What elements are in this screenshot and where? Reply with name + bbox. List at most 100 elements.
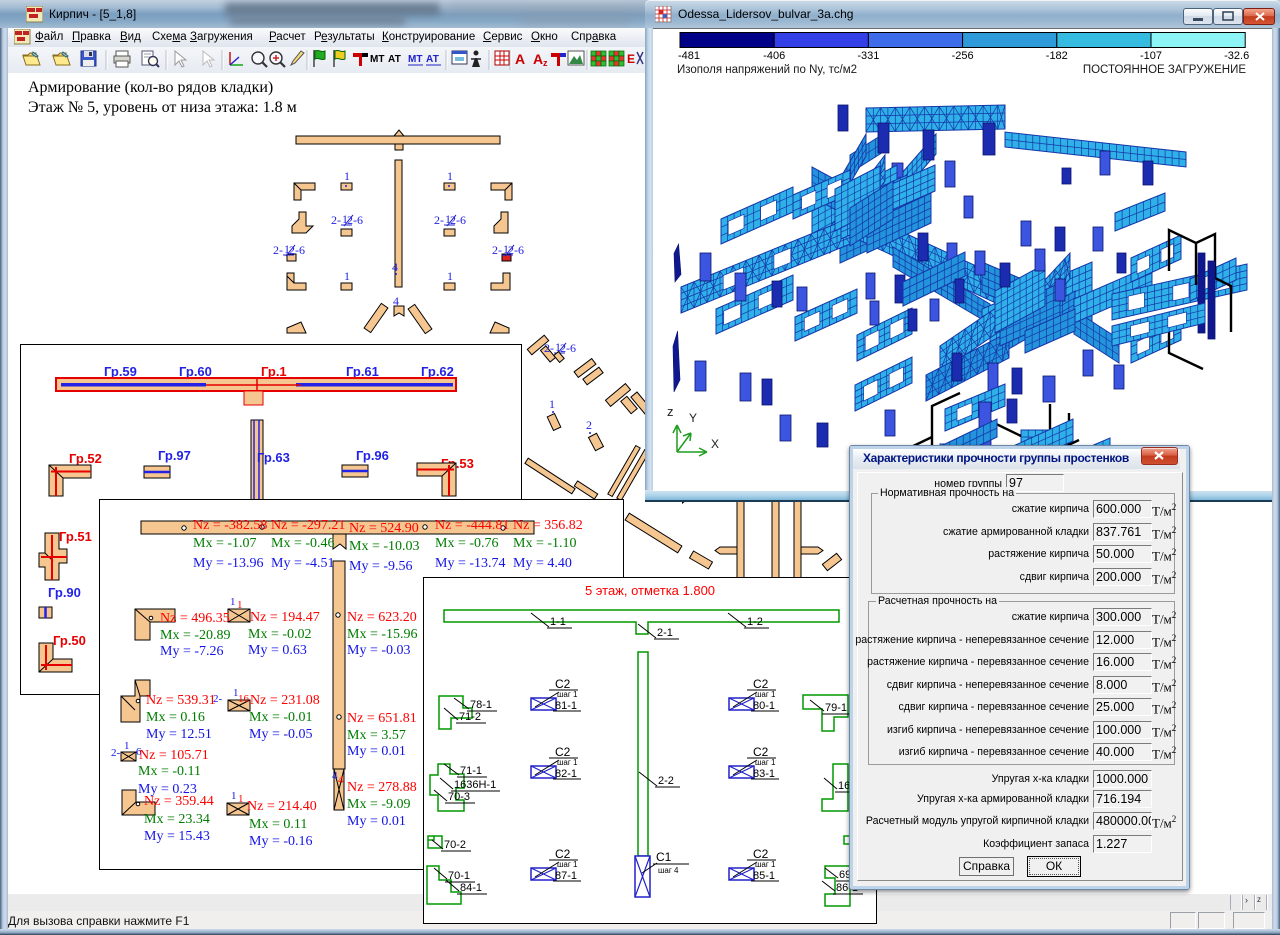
svg-text:1: 1	[231, 790, 237, 802]
svg-text:МТ: МТ	[408, 54, 422, 65]
svg-text:My = -9.56: My = -9.56	[349, 559, 413, 574]
svg-text:Mx = -1.07: Mx = -1.07	[193, 536, 257, 551]
svg-text:Mx = -0.11: Mx = -0.11	[138, 764, 201, 779]
svg-text:Nz = 194.47: Nz = 194.47	[250, 610, 320, 625]
svg-text:85-1: 85-1	[753, 870, 775, 882]
svg-text:C2: C2	[555, 677, 571, 691]
svg-text:2-: 2-	[434, 213, 444, 227]
svg-text:АТ: АТ	[426, 54, 439, 65]
svg-text:My = 12.51: My = 12.51	[146, 727, 212, 742]
svg-text:C2: C2	[555, 847, 571, 861]
svg-text:71-1: 71-1	[460, 765, 482, 777]
svg-text:шаг 1: шаг 1	[557, 860, 578, 869]
svg-text:Nz = 359.44: Nz = 359.44	[144, 794, 214, 809]
svg-text:2-2: 2-2	[658, 775, 674, 787]
svg-text:Nz = 623.20: Nz = 623.20	[347, 610, 417, 625]
svg-text:70-2: 70-2	[444, 839, 466, 851]
svg-text:Nz = 278.88: Nz = 278.88	[347, 780, 417, 795]
svg-text:Nz = -444.81: Nz = -444.81	[435, 518, 509, 533]
svg-text:2-: 2-	[544, 341, 554, 355]
svg-text:Е: Е	[627, 52, 635, 66]
svg-text:Гр.63: Гр.63	[257, 450, 290, 465]
svg-text:Nz = 105.71: Nz = 105.71	[139, 748, 209, 763]
svg-text:Гр.1: Гр.1	[261, 364, 287, 379]
svg-text:шаг 4: шаг 4	[658, 866, 679, 875]
svg-text:2-6: 2-6	[450, 213, 466, 227]
svg-text:Nz = 651.81: Nz = 651.81	[347, 711, 417, 726]
svg-text:1636Н-1: 1636Н-1	[454, 779, 496, 791]
svg-text:My = -4.51: My = -4.51	[271, 556, 335, 571]
svg-text:My = 0.63: My = 0.63	[248, 643, 307, 658]
svg-text:Nz = 356.82: Nz = 356.82	[513, 518, 583, 533]
svg-text:4: 4	[338, 774, 344, 786]
svg-text:71-2: 71-2	[459, 711, 481, 723]
svg-text:16: 16	[238, 693, 250, 705]
svg-text:My = 4.40: My = 4.40	[513, 556, 572, 571]
svg-text:Гр.90: Гр.90	[48, 585, 81, 600]
svg-text:Mx = -15.96: Mx = -15.96	[347, 627, 418, 642]
svg-text:Y: Y	[689, 411, 697, 425]
svg-text:2-6: 2-6	[508, 243, 524, 257]
svg-text:1: 1	[124, 740, 130, 752]
svg-text:Mx = -1.10: Mx = -1.10	[513, 536, 577, 551]
svg-text:C2: C2	[753, 847, 769, 861]
svg-text:Гр.51: Гр.51	[59, 529, 92, 544]
svg-text:My = -13.96: My = -13.96	[193, 556, 264, 571]
svg-text:2: 2	[586, 418, 592, 432]
svg-text:My = 0.01: My = 0.01	[347, 814, 406, 829]
svg-text:Mx = 0.11: Mx = 0.11	[249, 817, 307, 832]
svg-text:Nz = 524.90: Nz = 524.90	[349, 521, 419, 536]
svg-text:z: z	[543, 58, 548, 68]
svg-text:1: 1	[447, 269, 453, 283]
svg-text:My = -13.74: My = -13.74	[435, 556, 506, 571]
svg-text:Mx = 23.34: Mx = 23.34	[144, 812, 210, 827]
svg-text:2-: 2-	[492, 243, 502, 257]
svg-text:1-1: 1-1	[550, 616, 566, 628]
svg-text:шаг 1: шаг 1	[755, 860, 776, 869]
svg-text:Гр.96: Гр.96	[356, 448, 389, 463]
svg-text:Mx = -10.03: Mx = -10.03	[349, 539, 420, 554]
svg-text:1: 1	[344, 169, 350, 183]
svg-text:Гр.59: Гр.59	[104, 364, 137, 379]
svg-text:1: 1	[230, 596, 236, 608]
svg-text:C2: C2	[753, 677, 769, 691]
svg-text:шаг 1: шаг 1	[755, 690, 776, 699]
svg-text:1: 1	[238, 793, 244, 805]
svg-text:Mx = -9.09: Mx = -9.09	[347, 797, 411, 812]
svg-text:1: 1	[447, 169, 453, 183]
svg-text:A: A	[533, 51, 543, 67]
svg-text:C1: C1	[656, 850, 672, 864]
svg-text:2-1: 2-1	[657, 627, 673, 639]
svg-text:70-1: 70-1	[448, 870, 470, 882]
svg-text:Mx = -20.89: Mx = -20.89	[160, 628, 231, 643]
svg-text:Nz = 539.31: Nz = 539.31	[146, 693, 216, 708]
svg-text:81-1: 81-1	[555, 700, 577, 712]
svg-text:Nz = 214.40: Nz = 214.40	[247, 799, 317, 814]
svg-text:Mx = -0.76: Mx = -0.76	[435, 536, 499, 551]
svg-text:АТ: АТ	[388, 54, 401, 65]
svg-text:1: 1	[344, 269, 350, 283]
svg-text:80-1: 80-1	[753, 700, 775, 712]
svg-text:C2: C2	[555, 745, 571, 759]
svg-text:Mx = -0.46: Mx = -0.46	[271, 536, 335, 551]
svg-text:шаг 1: шаг 1	[557, 758, 578, 767]
svg-text:шаг 1: шаг 1	[557, 690, 578, 699]
svg-text:Nz = 231.08: Nz = 231.08	[250, 693, 320, 708]
svg-text:2-: 2-	[273, 243, 283, 257]
svg-text:My = 15.43: My = 15.43	[144, 829, 210, 844]
svg-text:C2: C2	[753, 745, 769, 759]
svg-text:Nz = 496.35: Nz = 496.35	[160, 611, 230, 626]
svg-text:2-6: 2-6	[347, 213, 363, 227]
svg-text:2-6: 2-6	[289, 243, 305, 257]
svg-text:1: 1	[549, 397, 555, 411]
svg-text:78-1: 78-1	[470, 699, 492, 711]
svg-text:1-2: 1-2	[747, 616, 763, 628]
svg-text:Гр.52: Гр.52	[69, 451, 102, 466]
svg-text:A: A	[515, 51, 525, 67]
svg-text:Mx = 3.57: Mx = 3.57	[347, 728, 406, 743]
svg-text:4: 4	[392, 260, 398, 274]
svg-text:My = 0.01: My = 0.01	[347, 744, 406, 759]
svg-text:1: 1	[237, 599, 243, 611]
svg-text:70-3: 70-3	[448, 791, 470, 803]
svg-text:Гр.97: Гр.97	[158, 448, 191, 463]
